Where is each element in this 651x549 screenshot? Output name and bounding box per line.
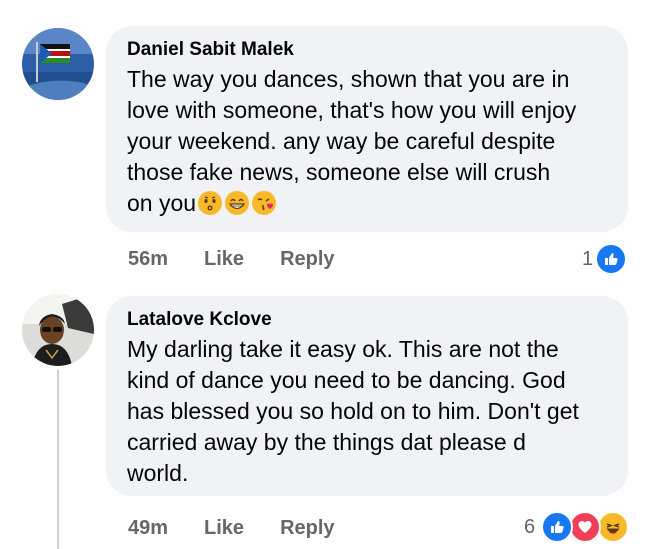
- reaction-summary[interactable]: 6: [524, 511, 630, 543]
- comment-timestamp[interactable]: 49m: [128, 517, 168, 540]
- grin-emoji: [225, 191, 250, 215]
- like-icon: [595, 243, 628, 275]
- comment-actions: 49m Like Reply: [128, 517, 371, 540]
- worried-kiss-emoji: [198, 191, 223, 215]
- comment-author[interactable]: Daniel Sabit Malek: [127, 38, 608, 62]
- like-button[interactable]: Like: [204, 248, 244, 271]
- comment-actions: 56m Like Reply: [128, 248, 371, 271]
- reply-button[interactable]: Reply: [280, 248, 334, 271]
- love-icon: [569, 511, 602, 543]
- like-icon: [541, 511, 574, 543]
- reaction-count: 6: [524, 515, 536, 538]
- comment-text: My darling take it easy ok. This are not…: [127, 336, 579, 486]
- thread-line: [57, 370, 59, 549]
- kiss-heart-emoji: [252, 191, 277, 215]
- comment-bubble: Latalove Kclove My darling take it easy …: [106, 296, 628, 496]
- reaction-count: 1: [582, 247, 594, 270]
- avatar[interactable]: [22, 28, 94, 100]
- like-button[interactable]: Like: [204, 517, 244, 540]
- comment-text: The way you dances, shown that you are i…: [127, 66, 577, 216]
- comment-timestamp[interactable]: 56m: [128, 248, 168, 271]
- reaction-summary[interactable]: 1: [582, 243, 628, 275]
- reply-button[interactable]: Reply: [280, 517, 334, 540]
- comment-bubble: Daniel Sabit Malek The way you dances, s…: [106, 26, 628, 232]
- avatar[interactable]: [22, 294, 94, 366]
- haha-icon: [597, 511, 630, 543]
- comment-author[interactable]: Latalove Kclove: [127, 308, 608, 332]
- comment-text-wrap: The way you dances, shown that you are i…: [127, 64, 608, 219]
